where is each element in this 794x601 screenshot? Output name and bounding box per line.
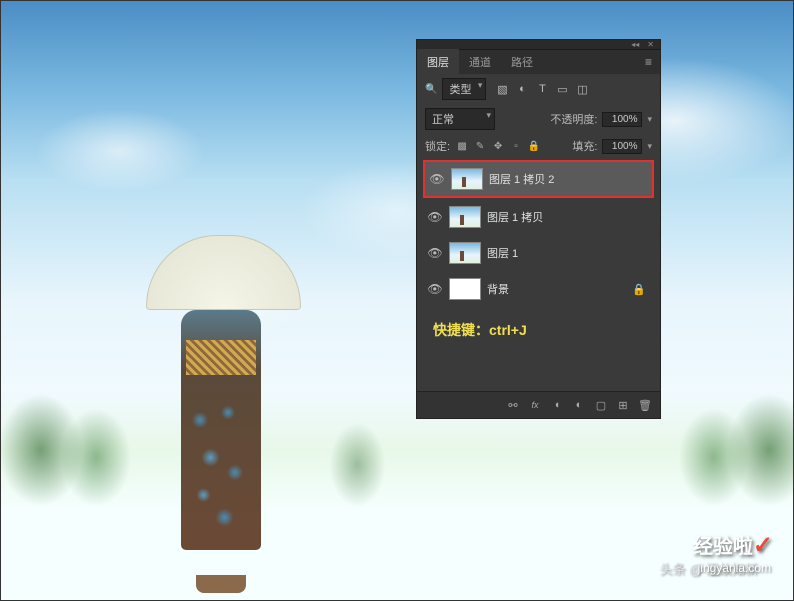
link-icon[interactable]: ⚯	[506, 398, 520, 412]
filter-smart-icon[interactable]: ◫	[575, 82, 589, 96]
blend-mode-dropdown[interactable]: 正常	[425, 108, 495, 130]
mask-icon[interactable]: ◖	[550, 398, 564, 412]
layer-list: 👁 图层 1 拷贝 2 👁 图层 1 拷贝 👁 图层 1 👁 背景 🔒 快捷键：…	[417, 158, 660, 391]
lock-pixels-icon[interactable]: ▩	[455, 139, 469, 153]
layers-panel: ◂◂ ✕ 图层 通道 路径 ≡ 🔍 类型 ▧ ◐ T ▭ ◫ 正常 不透明度: …	[416, 39, 661, 419]
new-layer-icon[interactable]: ⊞	[616, 398, 630, 412]
watermark-logo: 经验啦✓	[693, 530, 773, 560]
visibility-icon[interactable]: 👁	[427, 210, 443, 224]
visibility-icon[interactable]: 👁	[427, 282, 443, 296]
filter-text-icon[interactable]: T	[535, 82, 549, 96]
layer-item[interactable]: 👁 背景 🔒	[423, 272, 654, 306]
layer-thumbnail[interactable]	[449, 206, 481, 228]
check-icon: ✓	[753, 532, 773, 559]
layer-thumbnail[interactable]	[451, 168, 483, 190]
tab-channels[interactable]: 通道	[459, 49, 501, 75]
layer-name[interactable]: 背景	[487, 281, 626, 297]
fx-icon[interactable]: fx	[528, 398, 542, 412]
filter-type-dropdown[interactable]: 类型	[442, 78, 486, 100]
lock-move-icon[interactable]: ✥	[491, 139, 505, 153]
layer-item[interactable]: 👁 图层 1	[423, 236, 654, 270]
shortcut-hint: 快捷键：ctrl+J	[423, 308, 654, 344]
search-icon: 🔍	[425, 84, 437, 95]
tab-layers[interactable]: 图层	[417, 49, 459, 75]
filter-image-icon[interactable]: ▧	[495, 82, 509, 96]
tab-paths[interactable]: 路径	[501, 49, 543, 75]
lock-icon: 🔒	[632, 283, 646, 296]
filter-shape-icon[interactable]: ▭	[555, 82, 569, 96]
layer-name[interactable]: 图层 1	[487, 245, 650, 261]
visibility-icon[interactable]: 👁	[427, 246, 443, 260]
close-icon[interactable]: ✕	[647, 40, 654, 49]
lock-icons: ▩ ✎ ✥ ▫ 🔒	[455, 139, 541, 153]
filter-icons: ▧ ◐ T ▭ ◫	[495, 82, 589, 96]
filter-row: 🔍 类型 ▧ ◐ T ▭ ◫	[417, 74, 660, 104]
fill-value[interactable]: 100%	[602, 139, 642, 154]
fill-chevron-icon[interactable]: ▾	[647, 141, 652, 152]
layer-item[interactable]: 👁 图层 1 拷贝	[423, 200, 654, 234]
watermark-logo-text: 经验啦	[693, 536, 753, 558]
panel-footer: ⚯ fx ◖ ◐ ▢ ⊞ 🗑	[417, 391, 660, 418]
watermark-url: jingyanla.com	[698, 561, 771, 575]
collapse-icon[interactable]: ◂◂	[631, 40, 639, 49]
layer-item[interactable]: 👁 图层 1 拷贝 2	[423, 160, 654, 198]
lock-all-icon[interactable]: 🔒	[527, 139, 541, 153]
kimono-pattern	[186, 390, 256, 540]
lock-brush-icon[interactable]: ✎	[473, 139, 487, 153]
group-icon[interactable]: ▢	[594, 398, 608, 412]
feet	[196, 575, 246, 593]
blend-row: 正常 不透明度: 100% ▾	[417, 104, 660, 134]
fill-label: 填充:	[572, 138, 597, 154]
adjustment-icon[interactable]: ◐	[572, 398, 586, 412]
layer-name[interactable]: 图层 1 拷贝	[487, 209, 650, 225]
lock-row: 锁定: ▩ ✎ ✥ ▫ 🔒 填充: 100% ▾	[417, 134, 660, 158]
lock-label: 锁定:	[425, 138, 450, 154]
opacity-value[interactable]: 100%	[602, 112, 642, 127]
delete-icon[interactable]: 🗑	[638, 398, 652, 412]
figure-person	[156, 285, 286, 575]
panel-tabs: 图层 通道 路径 ≡	[417, 50, 660, 74]
panel-menu-icon[interactable]: ≡	[637, 55, 660, 69]
background-clouds	[1, 1, 793, 600]
layer-thumbnail[interactable]	[449, 278, 481, 300]
layer-thumbnail[interactable]	[449, 242, 481, 264]
layer-name[interactable]: 图层 1 拷贝 2	[489, 171, 648, 187]
background-trees	[1, 360, 793, 510]
opacity-label: 不透明度:	[550, 111, 597, 127]
lock-artboard-icon[interactable]: ▫	[509, 139, 523, 153]
visibility-icon[interactable]: 👁	[429, 172, 445, 186]
opacity-chevron-icon[interactable]: ▾	[647, 114, 652, 125]
filter-adjust-icon[interactable]: ◐	[515, 82, 529, 96]
kimono	[181, 310, 261, 550]
